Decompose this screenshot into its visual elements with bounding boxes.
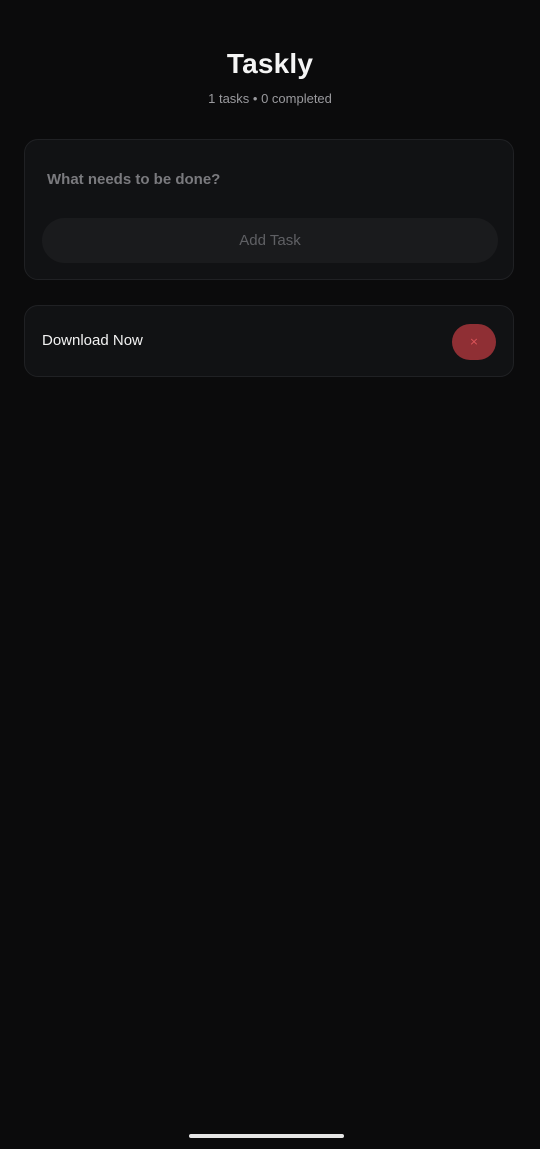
app-screen: Taskly 1 tasks • 0 completed Add Task Do… [0, 0, 540, 1149]
add-task-button[interactable]: Add Task [42, 218, 498, 263]
delete-task-button[interactable]: × [452, 324, 496, 360]
task-summary: 1 tasks • 0 completed [208, 91, 332, 106]
task-composer-card: Add Task [24, 139, 514, 280]
task-item: Download Now × [24, 305, 514, 377]
task-item-text[interactable]: Download Now [42, 331, 143, 351]
new-task-input[interactable] [45, 166, 489, 192]
close-icon: × [469, 335, 479, 348]
header: Taskly 1 tasks • 0 completed [0, 44, 540, 108]
app-title: Taskly [226, 48, 314, 79]
home-indicator [189, 1134, 344, 1138]
